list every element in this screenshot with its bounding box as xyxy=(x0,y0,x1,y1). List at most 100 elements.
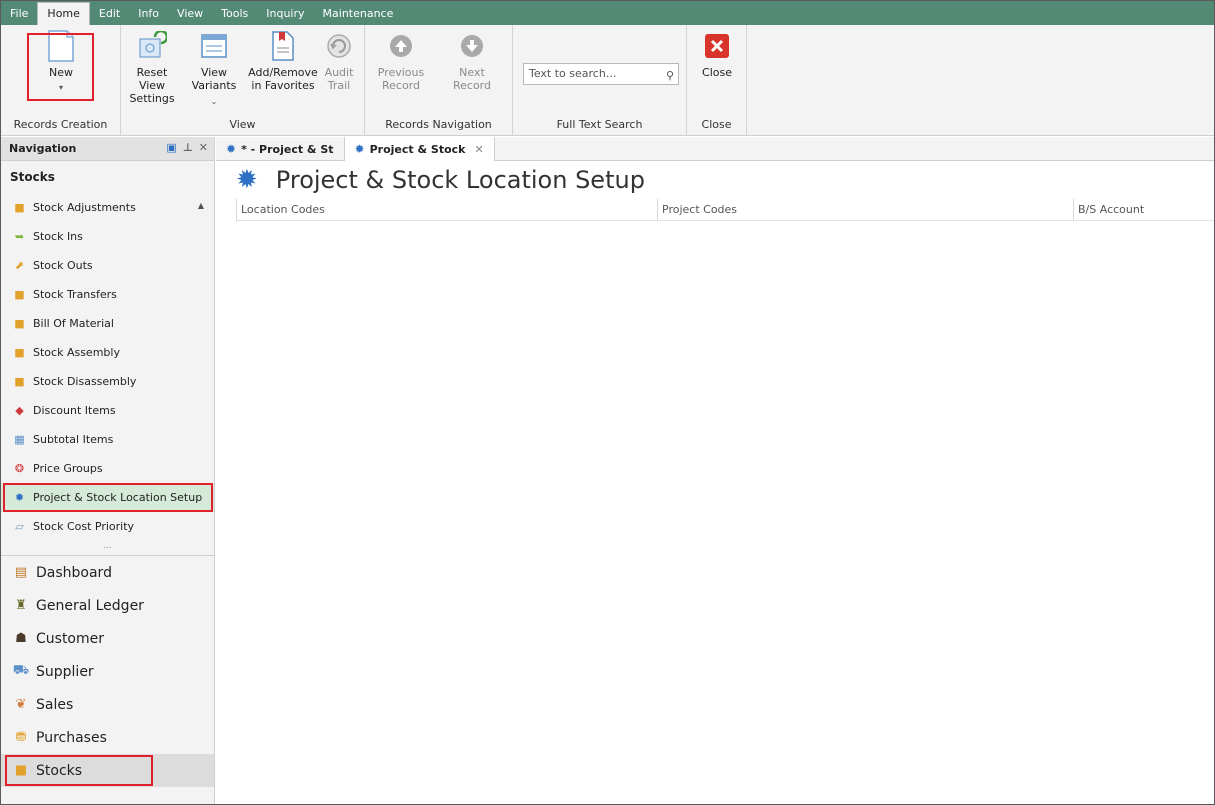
menu-file[interactable]: File xyxy=(1,3,37,25)
module-stocks[interactable]: ■ Stocks xyxy=(1,754,214,787)
stock-out-icon: ⬈ xyxy=(14,259,25,272)
page-title: ✹ Project & Stock Location Setup xyxy=(236,165,645,195)
column-header-project-codes[interactable]: Project Codes xyxy=(657,199,1073,221)
nav-item-bill-of-material[interactable]: ■ Bill Of Material xyxy=(1,309,214,338)
add-remove-favorites-button[interactable]: Add/Remove in Favorites xyxy=(247,29,319,92)
menu-edit[interactable]: Edit xyxy=(90,3,129,25)
nav-item-label: Bill Of Material xyxy=(33,317,114,330)
document-tabs: ✹ * - Project & St ✹ Project & Stock ✕ xyxy=(216,137,1214,161)
module-purchases[interactable]: ⛃ Purchases xyxy=(1,721,214,754)
menu-tools[interactable]: Tools xyxy=(212,3,257,25)
purchases-icon: ⛃ xyxy=(15,730,27,745)
nav-item-stock-adjustments[interactable]: ■ Stock Adjustments xyxy=(1,193,214,222)
module-label: Purchases xyxy=(36,729,107,746)
previous-record-label: Previous Record xyxy=(377,66,425,92)
nav-item-stock-cost-priority[interactable]: ▱ Stock Cost Priority xyxy=(1,512,214,541)
navigation-panel: Navigation ▣ ⊥ ✕ Stocks ▲ ■ Stock Adjust… xyxy=(1,137,215,804)
menu-inquiry[interactable]: Inquiry xyxy=(257,3,313,25)
nav-item-label: Stock Disassembly xyxy=(33,375,137,388)
gear-icon: ✹ xyxy=(236,165,258,195)
close-tab-icon[interactable]: ✕ xyxy=(474,143,483,156)
nav-item-stock-disassembly[interactable]: ■ Stock Disassembly xyxy=(1,367,214,396)
tab-project-stock-modified[interactable]: ✹ * - Project & St xyxy=(216,137,344,161)
view-variants-button[interactable]: View Variants ⌄ xyxy=(185,29,243,108)
module-label: Sales xyxy=(36,696,74,713)
down-arrow-icon xyxy=(455,29,489,63)
module-supplier[interactable]: ⛟ Supplier xyxy=(1,655,214,688)
nav-item-stock-transfers[interactable]: ■ Stock Transfers xyxy=(1,280,214,309)
customer-icon: ☗ xyxy=(15,631,27,646)
panel-resize-handle[interactable]: ... xyxy=(1,541,214,555)
previous-record-button[interactable]: Previous Record xyxy=(373,29,429,92)
nav-item-subtotal-items[interactable]: ▦ Subtotal Items xyxy=(1,425,214,454)
sales-icon: ❦ xyxy=(15,697,27,712)
highlight-selected-item xyxy=(3,483,213,512)
chart-icon: ▱ xyxy=(15,520,24,533)
records-creation-caption: Records Creation xyxy=(13,118,108,131)
tab-label: Project & Stock xyxy=(369,142,466,156)
favorites-icon xyxy=(266,29,300,63)
close-button[interactable]: Close xyxy=(695,29,739,79)
module-customer[interactable]: ☗ Customer xyxy=(1,622,214,655)
stock-in-icon: ➥ xyxy=(14,230,25,243)
menu-info[interactable]: Info xyxy=(129,3,168,25)
audit-trail-button[interactable]: Audit Trail xyxy=(319,29,359,92)
module-general-ledger[interactable]: ♜ General Ledger xyxy=(1,589,214,622)
highlight-new-button xyxy=(27,33,94,101)
tab-label: * - Project & St xyxy=(241,142,334,156)
nav-item-label: Stock Ins xyxy=(33,230,83,243)
tab-project-stock-active[interactable]: ✹ Project & Stock ✕ xyxy=(343,137,495,161)
calculator-icon: ▦ xyxy=(14,433,25,446)
box-icon: ■ xyxy=(14,375,25,388)
nav-item-label: Discount Items xyxy=(33,404,116,417)
nav-item-label: Stock Outs xyxy=(33,259,93,272)
nav-item-label: Stock Transfers xyxy=(33,288,117,301)
view-variants-label: View Variants xyxy=(191,66,237,92)
box-icon: ■ xyxy=(14,288,25,301)
audit-trail-icon xyxy=(322,29,356,63)
column-header-location-codes[interactable]: Location Codes xyxy=(236,199,657,221)
pin-icon[interactable]: ⊥ xyxy=(183,141,193,154)
dashboard-icon: ▤ xyxy=(14,565,28,580)
group-records-creation: New ▾ Records Creation xyxy=(1,25,121,136)
close-icon xyxy=(700,29,734,63)
menu-view[interactable]: View xyxy=(168,3,212,25)
nav-item-stock-outs[interactable]: ⬈ Stock Outs xyxy=(1,251,214,280)
nav-item-label: Subtotal Items xyxy=(33,433,114,446)
module-dashboard[interactable]: ▤ Dashboard xyxy=(1,556,214,589)
nav-item-label: Stock Cost Priority xyxy=(33,520,135,533)
nav-item-price-groups[interactable]: ❂ Price Groups xyxy=(1,454,214,483)
navigation-section-title: Stocks xyxy=(10,170,55,184)
column-header-bs-account[interactable]: B/S Account xyxy=(1073,199,1214,221)
menu-home[interactable]: Home xyxy=(37,2,90,25)
search-input[interactable]: Text to search... ⚲ xyxy=(523,63,679,85)
box-icon: ■ xyxy=(14,201,25,214)
reset-view-label: Reset View Settings xyxy=(129,66,175,105)
close-panel-icon[interactable]: ✕ xyxy=(199,141,208,154)
next-record-button[interactable]: Next Record xyxy=(439,29,505,92)
gear-icon: ✹ xyxy=(226,142,237,156)
nav-item-discount-items[interactable]: ◆ Discount Items xyxy=(1,396,214,425)
view-variants-icon xyxy=(197,29,231,63)
reset-view-settings-button[interactable]: Reset View Settings xyxy=(123,29,181,105)
nav-item-stock-assembly[interactable]: ■ Stock Assembly xyxy=(1,338,214,367)
nav-item-label: Stock Adjustments xyxy=(33,201,136,214)
module-list: ▤ Dashboard ♜ General Ledger ☗ Customer … xyxy=(1,555,214,787)
panel-options-icon[interactable]: ▣ xyxy=(166,141,176,154)
next-record-label: Next Record xyxy=(452,66,491,92)
grid-header: Location Codes Project Codes B/S Account xyxy=(236,199,1214,221)
nav-item-project-stock-location-setup[interactable]: ✹ Project & Stock Location Setup xyxy=(1,483,214,512)
module-label: Supplier xyxy=(36,663,94,680)
price-groups-icon: ❂ xyxy=(14,462,25,475)
module-sales[interactable]: ❦ Sales xyxy=(1,688,214,721)
tag-icon: ◆ xyxy=(15,404,24,417)
box-icon: ■ xyxy=(14,317,25,330)
view-caption: View xyxy=(229,118,256,131)
search-placeholder: Text to search... xyxy=(529,67,617,80)
application-window: File Home Edit Info View Tools Inquiry M… xyxy=(0,0,1215,805)
nav-item-label: Stock Assembly xyxy=(33,346,120,359)
menu-maintenance[interactable]: Maintenance xyxy=(314,3,403,25)
main-content: ✹ Project & Stock Location Setup Locatio… xyxy=(216,161,1214,804)
module-label: Dashboard xyxy=(36,564,112,581)
nav-item-stock-ins[interactable]: ➥ Stock Ins xyxy=(1,222,214,251)
